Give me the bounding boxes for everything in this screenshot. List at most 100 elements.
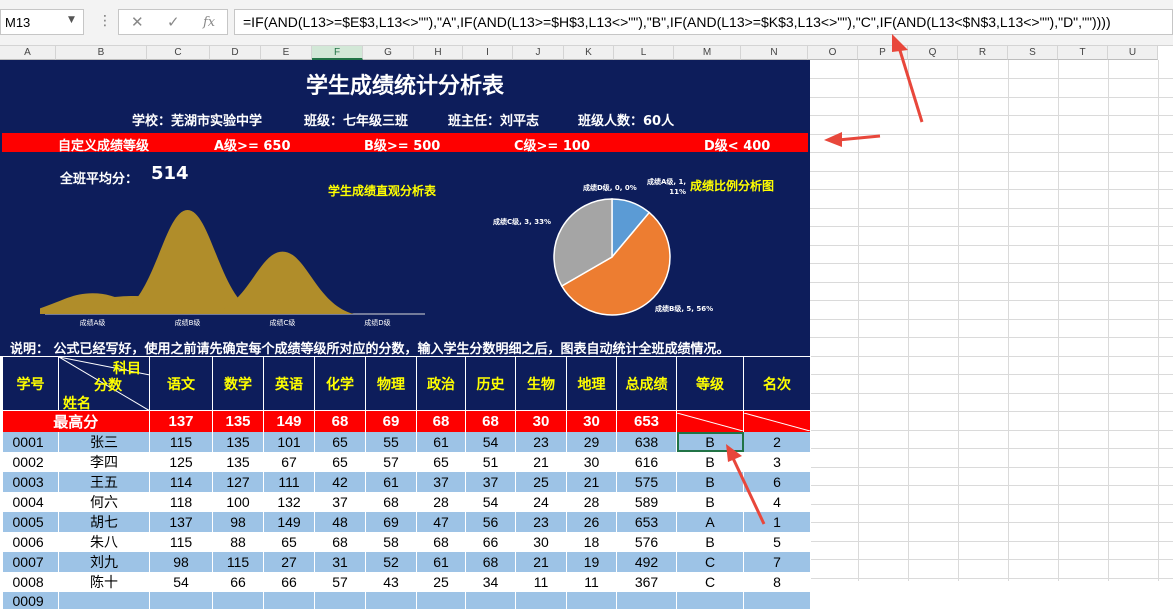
cell-score[interactable]: 57 [365, 452, 417, 472]
function-icon[interactable]: fx [203, 15, 215, 30]
max-cell[interactable]: 30 [515, 410, 567, 432]
column-header-m[interactable]: M [674, 46, 741, 60]
cell-score[interactable]: 31 [314, 552, 366, 572]
max-cell[interactable]: 30 [566, 410, 617, 432]
cell-grade[interactable]: C [676, 552, 744, 572]
cell-score[interactable] [616, 592, 677, 609]
confirm-icon[interactable]: ✓ [167, 13, 180, 31]
cell-score[interactable]: 115 [149, 432, 213, 452]
cell-score[interactable] [212, 592, 264, 609]
cell-score[interactable]: 67 [263, 452, 315, 472]
cell-grade[interactable] [676, 592, 744, 609]
cell-score[interactable]: 101 [263, 432, 315, 452]
cell-score[interactable]: 55 [365, 432, 417, 452]
formula-input[interactable]: =IF(AND(L13>=$E$3,L13<>""),"A",IF(AND(L1… [234, 9, 1173, 35]
cell-score[interactable]: 23 [515, 432, 567, 452]
cell-name[interactable]: 朱八 [58, 532, 150, 552]
cell-name[interactable]: 王五 [58, 472, 150, 492]
cell-score[interactable]: 100 [212, 492, 264, 512]
cell-score[interactable]: 11 [566, 572, 617, 592]
cell-score[interactable]: 29 [566, 432, 617, 452]
cell-score[interactable] [365, 592, 417, 609]
max-cell[interactable]: 653 [616, 410, 677, 432]
cell-score[interactable]: 132 [263, 492, 315, 512]
column-header-d[interactable]: D [210, 46, 261, 60]
cell-score[interactable]: 65 [263, 532, 315, 552]
cell-score[interactable]: 65 [416, 452, 466, 472]
cell-grade[interactable]: C [676, 572, 744, 592]
grade-d-threshold[interactable]: D级< 400 [704, 135, 770, 154]
cell-score[interactable]: 576 [616, 532, 677, 552]
cell-score[interactable]: 28 [566, 492, 617, 512]
max-blank-cell[interactable] [676, 410, 744, 432]
column-header-e[interactable]: E [261, 46, 312, 60]
cell-id[interactable]: 0004 [2, 492, 59, 512]
cell-score[interactable]: 52 [365, 552, 417, 572]
cell-score[interactable] [263, 592, 315, 609]
cell-score[interactable]: 68 [365, 492, 417, 512]
cell-id[interactable]: 0003 [2, 472, 59, 492]
cell-score[interactable]: 11 [515, 572, 567, 592]
max-blank-cell[interactable] [743, 410, 811, 432]
cell-score[interactable]: 25 [416, 572, 466, 592]
cell-score[interactable]: 37 [465, 472, 516, 492]
cell-score[interactable]: 66 [465, 532, 516, 552]
cell-score[interactable]: 30 [566, 452, 617, 472]
cell-score[interactable]: 21 [515, 552, 567, 572]
cell-score[interactable]: 23 [515, 512, 567, 532]
cell-score[interactable]: 21 [566, 472, 617, 492]
cell-score[interactable]: 135 [212, 432, 264, 452]
cell-score[interactable]: 98 [212, 512, 264, 532]
column-header-r[interactable]: R [958, 46, 1008, 60]
column-header-c[interactable]: C [147, 46, 210, 60]
cell-grade[interactable]: B [676, 532, 744, 552]
cell-score[interactable]: 19 [566, 552, 617, 572]
cell-score[interactable]: 68 [416, 532, 466, 552]
cell-score[interactable]: 47 [416, 512, 466, 532]
cell-score[interactable]: 61 [416, 552, 466, 572]
cell-score[interactable]: 61 [416, 432, 466, 452]
cell-score[interactable]: 111 [263, 472, 315, 492]
grade-b-threshold[interactable]: B级>= 500 [364, 135, 440, 154]
column-header-l[interactable]: L [614, 46, 674, 60]
column-header-a[interactable]: A [0, 46, 56, 60]
cell-rank[interactable]: 7 [743, 552, 811, 572]
cell-rank[interactable]: 5 [743, 532, 811, 552]
cell-score[interactable]: 118 [149, 492, 213, 512]
cell-score[interactable]: 30 [515, 532, 567, 552]
cell-name[interactable]: 李四 [58, 452, 150, 472]
cell-id[interactable]: 0008 [2, 572, 59, 592]
cell-score[interactable]: 42 [314, 472, 366, 492]
cell-id[interactable]: 0006 [2, 532, 59, 552]
max-cell[interactable]: 135 [212, 410, 264, 432]
cell-score[interactable]: 57 [314, 572, 366, 592]
more-icon[interactable]: ⋮ [98, 13, 112, 29]
cell-score[interactable]: 37 [314, 492, 366, 512]
max-cell[interactable]: 68 [314, 410, 366, 432]
chevron-down-icon[interactable]: ▼ [68, 15, 75, 25]
max-cell[interactable]: 68 [465, 410, 516, 432]
cell-score[interactable]: 137 [149, 512, 213, 532]
cell-name[interactable]: 刘九 [58, 552, 150, 572]
cell-score[interactable]: 65 [314, 452, 366, 472]
cell-rank[interactable] [743, 592, 811, 609]
cell-score[interactable]: 149 [263, 512, 315, 532]
cell-score[interactable] [465, 592, 516, 609]
cell-id[interactable]: 0002 [2, 452, 59, 472]
cell-score[interactable]: 492 [616, 552, 677, 572]
cell-score[interactable]: 575 [616, 472, 677, 492]
cell-score[interactable]: 127 [212, 472, 264, 492]
cell-score[interactable]: 24 [515, 492, 567, 512]
cell-score[interactable]: 54 [465, 432, 516, 452]
grade-c-threshold[interactable]: C级>= 100 [514, 135, 590, 154]
cell-name[interactable] [58, 592, 150, 609]
cell-score[interactable]: 28 [416, 492, 466, 512]
cell-score[interactable]: 88 [212, 532, 264, 552]
cell-score[interactable]: 638 [616, 432, 677, 452]
cell-name[interactable]: 张三 [58, 432, 150, 452]
cell-score[interactable]: 48 [314, 512, 366, 532]
grade-a-threshold[interactable]: A级>= 650 [214, 135, 291, 154]
cell-score[interactable]: 115 [212, 552, 264, 572]
cell-score[interactable]: 69 [365, 512, 417, 532]
cell-id[interactable]: 0009 [2, 592, 59, 609]
